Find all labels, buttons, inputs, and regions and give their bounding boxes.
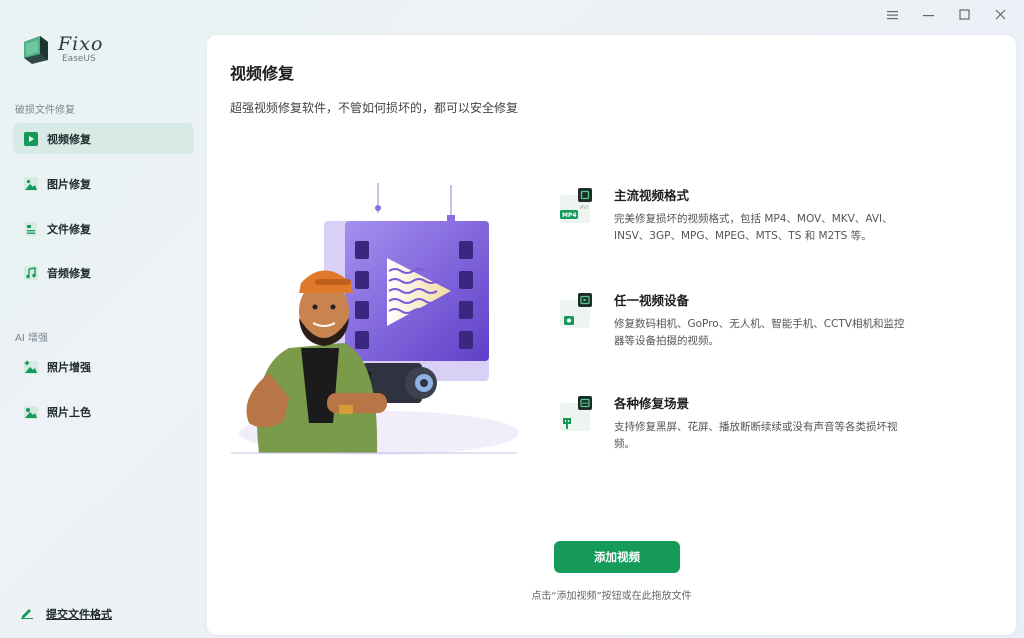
sidebar-item-image-repair[interactable]: 图片修复 <box>13 168 194 199</box>
document-icon <box>24 221 38 236</box>
feature-title: 任一视频设备 <box>614 293 690 308</box>
music-icon <box>24 265 38 280</box>
sidebar-item-photo-colorize[interactable]: 照片上色 <box>13 396 194 427</box>
fixo-logo-icon <box>24 36 48 64</box>
sidebar-item-label: 图片修复 <box>47 177 91 191</box>
video-format-icon: MP4 AVI <box>560 188 592 223</box>
feature-devices: 任一视频设备 修复数码相机、GoPro、无人机、智能手机、CCTV相机和监控器等… <box>558 290 918 360</box>
maximize-icon[interactable] <box>952 6 978 24</box>
window-controls <box>880 6 1014 24</box>
sidebar-section-repair: 破损文件修复 <box>15 105 75 116</box>
sidebar-item-label: 视频修复 <box>47 132 91 146</box>
submit-format-label: 提交文件格式 <box>46 607 112 621</box>
submit-format-link[interactable]: 提交文件格式 <box>20 604 112 623</box>
sidebar-item-photo-enhance[interactable]: 照片增强 <box>13 351 194 382</box>
sidebar-item-file-repair[interactable]: 文件修复 <box>13 213 194 244</box>
add-video-button[interactable]: 添加视频 <box>554 541 680 573</box>
video-repair-illustration <box>231 183 519 455</box>
app-name: Fixo <box>58 32 104 55</box>
menu-icon[interactable] <box>880 6 906 24</box>
feature-desc: 支持修复黑屏、花屏、播放断断续续或没有声音等各类损坏视频。 <box>614 421 898 450</box>
feature-title: 主流视频格式 <box>614 188 690 203</box>
sidebar-item-label: 照片上色 <box>47 405 91 419</box>
close-icon[interactable] <box>988 6 1014 24</box>
photo-enhance-icon <box>24 359 38 374</box>
video-play-icon <box>24 131 38 146</box>
main-panel: 视频修复 超强视频修复软件，不管如何损坏的，都可以安全修复 MP4 AVI 主流… <box>207 35 1016 635</box>
video-device-icon <box>560 293 592 328</box>
minimize-icon[interactable] <box>916 6 942 24</box>
sidebar-section-ai: AI 增强 <box>15 333 48 344</box>
feature-desc: 修复数码相机、GoPro、无人机、智能手机、CCTV相机和监控器等设备拍摄的视频… <box>614 318 905 347</box>
sidebar-item-video-repair[interactable]: 视频修复 <box>13 123 194 154</box>
image-icon <box>24 176 38 191</box>
feature-desc: 完美修复损坏的视频格式，包括 MP4、MOV、MKV、AVI、INSV、3GP、… <box>614 213 893 242</box>
app-logo: Fixo EaseUS <box>20 32 103 66</box>
pencil-icon <box>20 604 34 623</box>
sidebar-item-label: 音频修复 <box>47 266 91 280</box>
sidebar-item-label: 照片增强 <box>47 360 91 374</box>
repair-scenario-icon <box>560 396 592 431</box>
format-badge-avi: AVI <box>580 205 588 211</box>
feature-scenarios: 各种修复场景 支持修复黑屏、花屏、播放断断续续或没有声音等各类损坏视频。 <box>558 393 918 463</box>
photo-colorize-icon <box>24 405 38 419</box>
page-subtitle: 超强视频修复软件，不管如何损坏的，都可以安全修复 <box>230 101 519 115</box>
drop-hint: 点击“添加视频”按钮或在此拖放文件 <box>531 591 692 602</box>
feature-formats: MP4 AVI 主流视频格式 完美修复损坏的视频格式，包括 MP4、MOV、MK… <box>558 185 918 265</box>
sidebar-item-label: 文件修复 <box>47 222 91 236</box>
sidebar-item-audio-repair[interactable]: 音频修复 <box>13 257 194 288</box>
page-title: 视频修复 <box>230 64 295 83</box>
feature-title: 各种修复场景 <box>614 396 690 411</box>
format-badge-mp4: MP4 <box>562 212 577 219</box>
brand-name: EaseUS <box>62 53 96 64</box>
